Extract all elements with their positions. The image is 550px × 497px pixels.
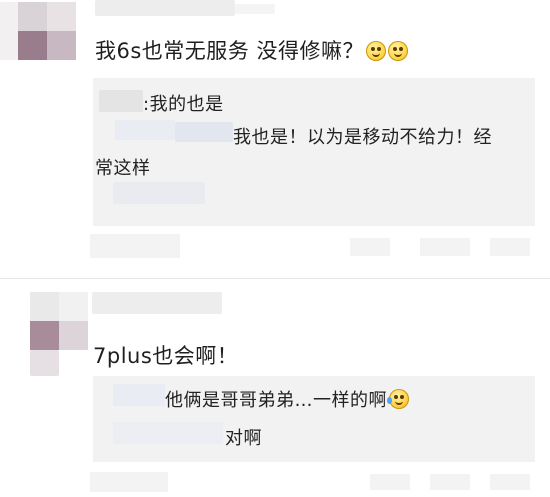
divider: [0, 278, 550, 279]
avatar-fade: [0, 2, 18, 60]
laugh-cry-icon: [387, 389, 409, 409]
avatar[interactable]: [30, 292, 88, 350]
censored-reply-username: [99, 90, 143, 112]
comment-text-content: 我6s也常无服务 没得修嘛？: [95, 39, 364, 63]
reply-text-line1: 我也是！以为是移动不给力！经: [233, 127, 492, 148]
reply-text: :我的也是: [143, 94, 224, 115]
censored-reply-username: [113, 384, 165, 406]
comment-item: 我6s也常无服务 没得修嘛？ :我的也是 我也是！以为是移动不给力！经 常这样: [0, 0, 550, 290]
reply-text-line2: 常这样: [95, 158, 151, 179]
comment-actions[interactable]: [430, 474, 470, 490]
censored-username-fragment: [235, 4, 275, 14]
avatar-fade: [30, 350, 59, 376]
reply-text-content: 他俩是哥哥弟弟…一样的啊: [165, 390, 387, 411]
comment-actions[interactable]: [490, 238, 530, 256]
censored-reply-username: [115, 120, 175, 140]
comment-actions[interactable]: [490, 474, 530, 490]
censored-reply-username: [175, 122, 233, 142]
avatar[interactable]: [18, 2, 76, 60]
comment-actions[interactable]: [420, 238, 470, 256]
sweat-smile-icon: [365, 41, 386, 61]
reply-text: 对啊: [225, 428, 262, 449]
censored-reply-username: [113, 422, 223, 444]
censored-more-replies: [113, 182, 205, 204]
sweat-smile-icon: [387, 41, 408, 61]
censored-username: [95, 0, 235, 16]
censored-username: [92, 292, 222, 314]
comment-meta: [90, 234, 180, 258]
comment-text: 7plus也会啊！: [93, 344, 239, 368]
reply-box[interactable]: :我的也是 我也是！以为是移动不给力！经 常这样: [93, 78, 535, 226]
reply-box[interactable]: 他俩是哥哥弟弟…一样的啊 对啊: [93, 376, 535, 462]
comment-meta: [90, 472, 168, 492]
reply-text: 他俩是哥哥弟弟…一样的啊: [165, 386, 409, 412]
comment-text: 我6s也常无服务 没得修嘛？: [95, 35, 408, 65]
comment-actions[interactable]: [370, 474, 410, 490]
comment-item: 7plus也会啊！ 他俩是哥哥弟弟…一样的啊 对啊: [0, 280, 550, 497]
comment-actions[interactable]: [350, 238, 390, 256]
